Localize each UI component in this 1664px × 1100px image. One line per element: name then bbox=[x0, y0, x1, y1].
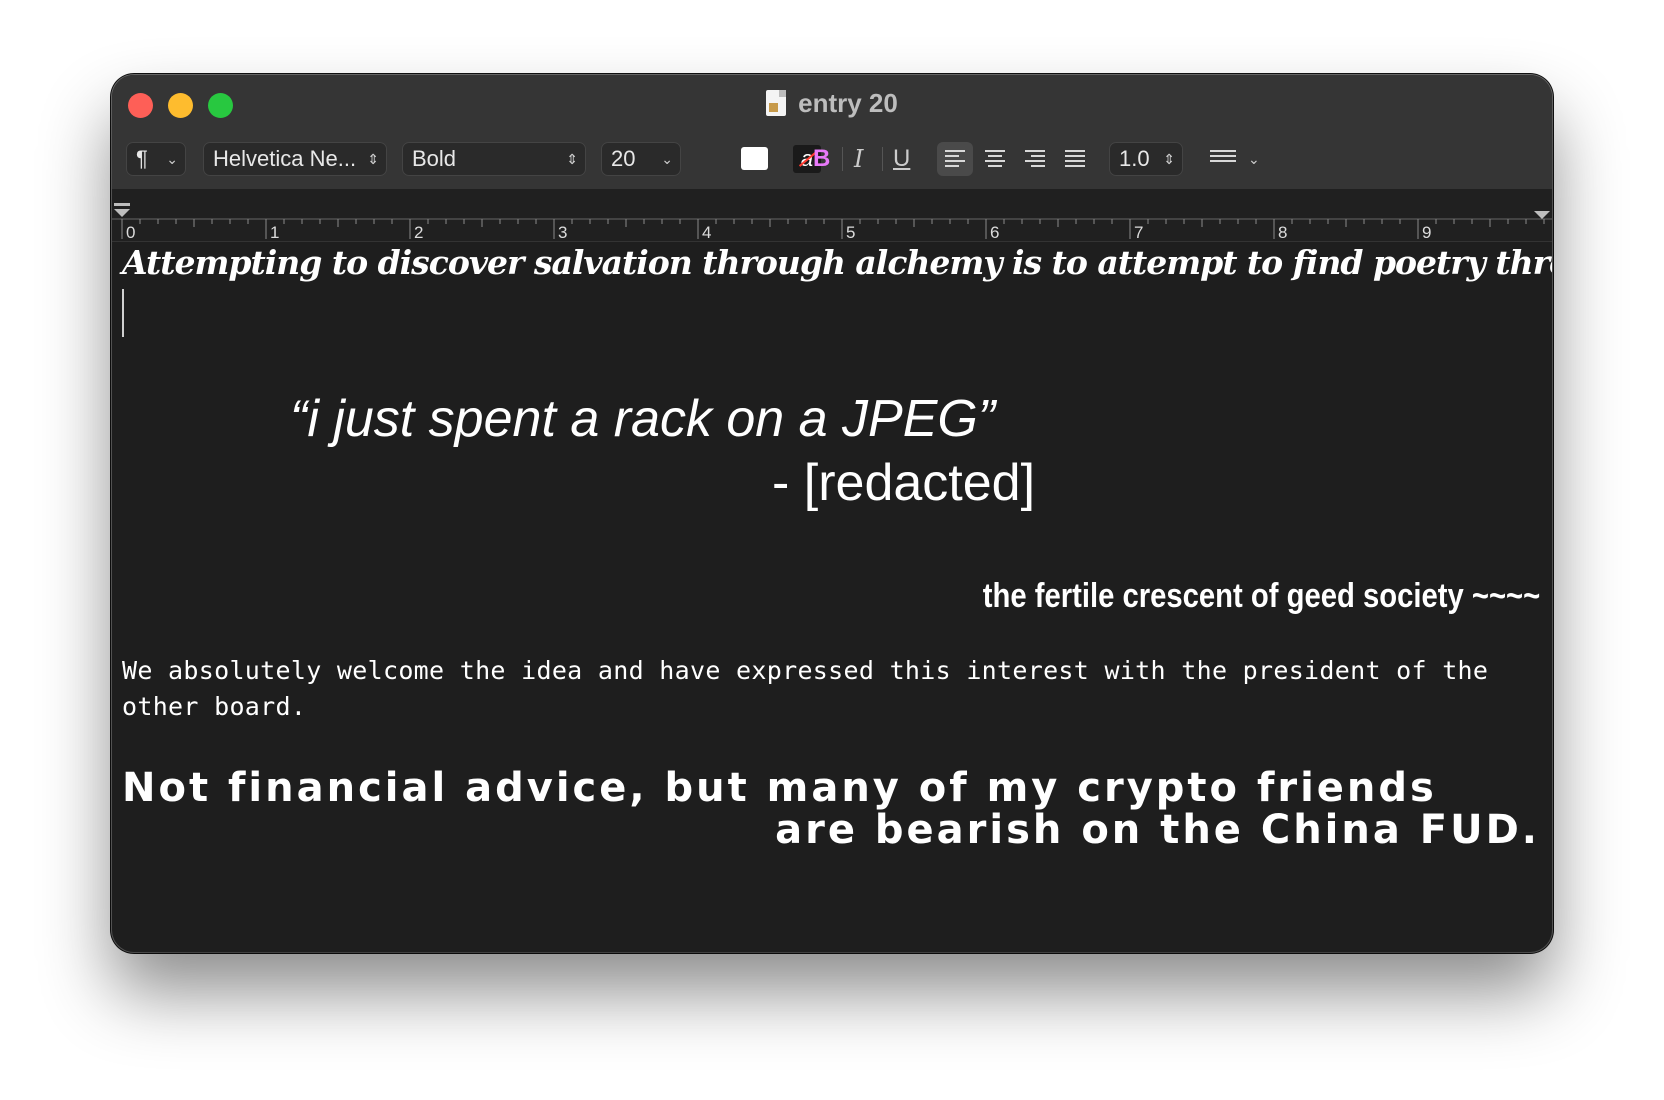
list-bullets-button[interactable]: ⌄ bbox=[1204, 142, 1264, 176]
font-size-value: 20 bbox=[611, 146, 636, 171]
justify-button[interactable] bbox=[1057, 142, 1093, 176]
font-size-combo[interactable]: 20 ⌄ bbox=[601, 142, 681, 176]
justify-icon bbox=[1065, 150, 1085, 170]
line-spacing-value: 1.0 bbox=[1119, 146, 1150, 171]
textedit-window: entry 20 ¶ ⌄ Helvetica Ne... ⇕ Bold ⇕ 20… bbox=[112, 75, 1552, 952]
ruler-scale: 0 1 2 3 4 5 6 7 8 9 bbox=[112, 203, 1552, 241]
font-family-popup[interactable]: Helvetica Ne... ⇕ bbox=[203, 142, 387, 176]
ruler-label: 5 bbox=[846, 223, 855, 241]
titlebar: entry 20 ¶ ⌄ Helvetica Ne... ⇕ Bold ⇕ 20… bbox=[112, 75, 1552, 190]
font-family-value: Helvetica Ne... bbox=[213, 146, 357, 171]
highlight-a-icon: a bbox=[800, 146, 814, 171]
ruler-label: 8 bbox=[1278, 223, 1287, 241]
ruler-label: 1 bbox=[270, 223, 279, 241]
divider bbox=[842, 147, 843, 171]
divider bbox=[882, 147, 883, 171]
wide-line-1: Not financial advice, but many of my cry… bbox=[122, 765, 1437, 811]
mono-paragraph: We absolutely welcome the idea and have … bbox=[122, 656, 1489, 721]
quote-attribution: - [redacted] bbox=[772, 454, 1036, 512]
updown-chevron-icon: ⇕ bbox=[566, 151, 578, 167]
underline-button[interactable]: U bbox=[893, 140, 910, 178]
ruler-label: 6 bbox=[990, 223, 999, 241]
left-indent-marker bbox=[114, 203, 130, 217]
document-icon bbox=[766, 90, 787, 116]
align-left-button[interactable] bbox=[937, 142, 973, 176]
fertile-heading: the fertile crescent of geed society ~~~… bbox=[982, 577, 1540, 615]
script-line: Attempting to discover salvation through… bbox=[122, 243, 1552, 282]
chevron-down-icon: ⌄ bbox=[166, 151, 178, 167]
paragraph-styles-button[interactable]: ¶ ⌄ bbox=[126, 142, 186, 176]
right-margin-marker bbox=[1534, 211, 1550, 219]
ruler-label: 4 bbox=[702, 223, 711, 241]
text-cursor bbox=[122, 289, 124, 337]
ruler-label: 3 bbox=[558, 223, 567, 241]
quote-text: “i just spent a rack on a JPEG” bbox=[290, 390, 996, 448]
ruler-label: 0 bbox=[126, 223, 135, 241]
italic-button[interactable]: I bbox=[854, 140, 863, 178]
line-spacing-popup[interactable]: 1.0 ⇕ bbox=[1109, 142, 1183, 176]
ruler-label: 9 bbox=[1422, 223, 1431, 241]
font-style-popup[interactable]: Bold ⇕ bbox=[402, 142, 586, 176]
font-style-value: Bold bbox=[412, 146, 457, 171]
ruler[interactable]: 0 1 2 3 4 5 6 7 8 9 bbox=[112, 189, 1552, 242]
window-title-text: entry 20 bbox=[798, 88, 898, 118]
align-center-icon bbox=[985, 150, 1005, 170]
align-right-icon bbox=[1025, 150, 1045, 170]
chevron-down-icon: ⌄ bbox=[661, 151, 673, 167]
pilcrow-icon: ¶ bbox=[136, 146, 148, 171]
wide-line-2: are bearish on the China FUD. bbox=[775, 807, 1540, 853]
bold-button[interactable]: B bbox=[813, 140, 830, 178]
document-body[interactable]: Attempting to discover salvation through… bbox=[112, 241, 1552, 952]
chevron-down-icon: ⌄ bbox=[1248, 151, 1260, 167]
ruler-label: 2 bbox=[414, 223, 423, 241]
list-icon bbox=[1210, 150, 1236, 165]
updown-chevron-icon: ⇕ bbox=[367, 151, 379, 167]
window-title: entry 20 bbox=[112, 85, 1552, 121]
updown-chevron-icon: ⇕ bbox=[1163, 151, 1175, 167]
align-right-button[interactable] bbox=[1017, 142, 1053, 176]
align-left-icon bbox=[945, 150, 965, 170]
text-color-well[interactable] bbox=[741, 147, 768, 170]
align-center-button[interactable] bbox=[977, 142, 1013, 176]
ruler-label: 7 bbox=[1134, 223, 1143, 241]
